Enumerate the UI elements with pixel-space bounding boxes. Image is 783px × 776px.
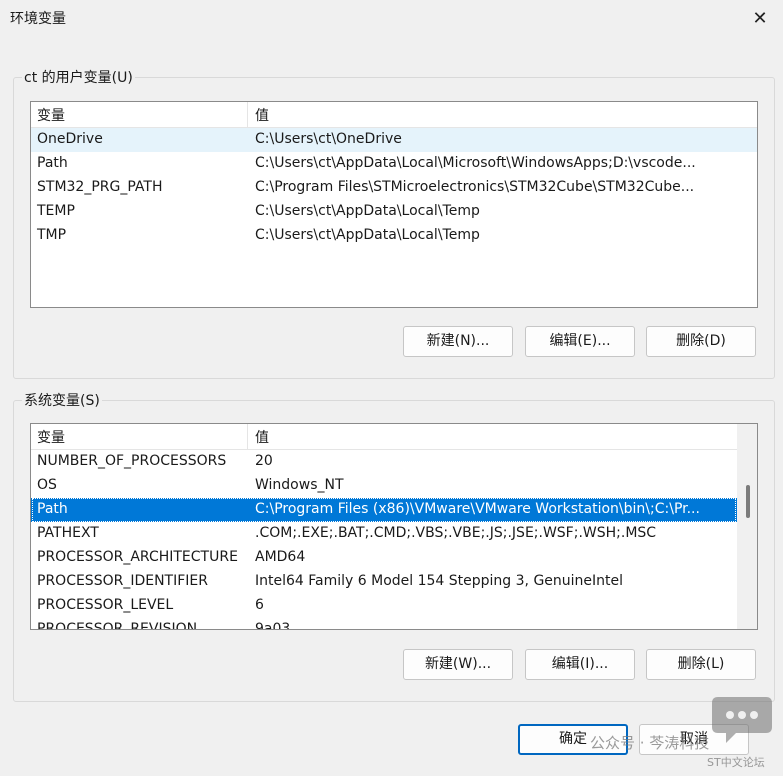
variable-value: 20 [255,453,273,469]
variable-value: 9a03 [255,621,291,630]
variable-value: .COM;.EXE;.BAT;.CMD;.VBS;.VBE;.JS;.JSE;.… [255,525,657,541]
variable-value: 6 [255,597,264,613]
user-new-button[interactable]: 新建(N)... [403,326,513,357]
variable-value: C:\Users\ct\OneDrive [255,131,402,147]
chat-bubble-icon [712,697,772,743]
variable-name: OS [37,477,57,493]
variable-name: PROCESSOR_LEVEL [37,597,174,613]
list-header: 变量 值 [31,102,757,128]
close-icon[interactable]: ✕ [737,0,783,38]
scrollbar-thumb[interactable] [746,485,750,518]
table-row[interactable]: PROCESSOR_ARCHITECTURE AMD64 [31,546,757,570]
column-header-variable[interactable]: 变量 [37,105,65,125]
variable-value: Intel64 Family 6 Model 154 Stepping 3, G… [255,573,624,589]
variable-value: C:\Program Files (x86)\VMware\VMware Wor… [255,501,700,517]
table-row[interactable]: PROCESSOR_IDENTIFIER Intel64 Family 6 Mo… [31,570,757,594]
table-row[interactable]: PATHEXT .COM;.EXE;.BAT;.CMD;.VBS;.VBE;.J… [31,522,757,546]
variable-value: C:\Users\ct\AppData\Local\Microsoft\Wind… [255,155,696,171]
column-divider[interactable] [247,102,248,127]
user-edit-button[interactable]: 编辑(E)... [525,326,635,357]
table-row[interactable]: NUMBER_OF_PROCESSORS 20 [31,450,757,474]
column-header-value[interactable]: 值 [255,427,269,447]
user-variables-label: ct 的用户变量(U) [22,67,135,87]
variable-name: STM32_PRG_PATH [37,179,163,195]
variable-value: C:\Users\ct\AppData\Local\Temp [255,227,480,243]
system-variables-label: 系统变量(S) [22,390,102,410]
table-row[interactable]: STM32_PRG_PATH C:\Program Files\STMicroe… [31,176,757,200]
column-header-variable[interactable]: 变量 [37,427,65,447]
table-row[interactable]: TEMP C:\Users\ct\AppData\Local\Temp [31,200,757,224]
watermark: 公众号 · 芩涛科技 ST中文论坛 [560,690,783,776]
variable-name: TEMP [37,203,75,219]
variable-name: TMP [37,227,67,243]
variable-name: PROCESSOR_REVISION [37,621,198,630]
variable-name: PROCESSOR_IDENTIFIER [37,573,208,589]
user-delete-button[interactable]: 删除(D) [646,326,756,357]
table-row[interactable]: OS Windows_NT [31,474,757,498]
variable-name: OneDrive [37,131,103,147]
table-row[interactable]: PROCESSOR_REVISION 9a03 [31,618,757,630]
title-bar: 环境变量 ✕ [0,0,783,38]
user-variables-list[interactable]: 变量 值 OneDrive C:\Users\ct\OneDrive Path … [30,101,758,308]
table-row[interactable]: Path C:\Users\ct\AppData\Local\Microsoft… [31,152,757,176]
table-row[interactable]: PROCESSOR_LEVEL 6 [31,594,757,618]
vertical-scrollbar[interactable] [737,424,757,629]
column-divider[interactable] [247,424,248,449]
variable-name: PROCESSOR_ARCHITECTURE [37,549,238,565]
variable-value: C:\Program Files\STMicroelectronics\STM3… [255,179,695,195]
variable-value: AMD64 [255,549,306,565]
variable-name: PATHEXT [37,525,99,541]
table-row-selected[interactable]: Path C:\Program Files (x86)\VMware\VMwar… [31,498,757,522]
system-variables-list[interactable]: 变量 值 NUMBER_OF_PROCESSORS 20 OS Windows_… [30,423,758,630]
table-row[interactable]: OneDrive C:\Users\ct\OneDrive [31,128,757,152]
system-edit-button[interactable]: 编辑(I)... [525,649,635,680]
variable-name: Path [37,155,68,171]
window-title: 环境变量 [10,11,66,27]
system-delete-button[interactable]: 删除(L) [646,649,756,680]
column-header-value[interactable]: 值 [255,105,269,125]
table-row[interactable]: TMP C:\Users\ct\AppData\Local\Temp [31,224,757,248]
watermark-text: 公众号 · 芩涛科技 [590,734,710,752]
system-new-button[interactable]: 新建(W)... [403,649,513,680]
variable-value: C:\Users\ct\AppData\Local\Temp [255,203,480,219]
watermark-subtext: ST中文论坛 [707,756,765,769]
list-header: 变量 值 [31,424,757,450]
variable-name: Path [37,501,68,517]
variable-value: Windows_NT [255,477,344,493]
variable-name: NUMBER_OF_PROCESSORS [37,453,227,469]
